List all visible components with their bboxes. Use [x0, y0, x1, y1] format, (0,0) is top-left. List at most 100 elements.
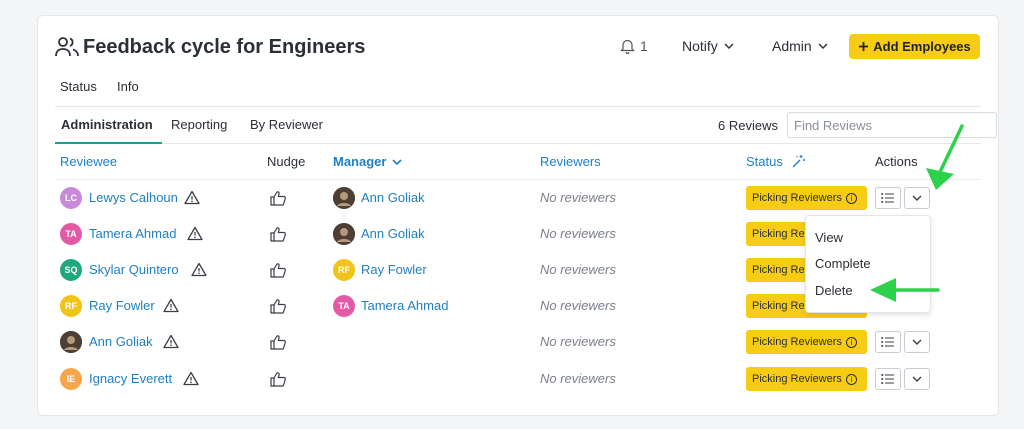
chevron-down-icon — [912, 376, 922, 382]
column-actions: Actions — [875, 154, 918, 169]
status-label: Picking Re — [752, 300, 805, 312]
manager-name[interactable]: Tamera Ahmad — [361, 298, 448, 313]
list-icon — [881, 193, 894, 203]
list-icon — [881, 374, 894, 384]
status-badge: Picking Reviewers i — [746, 330, 867, 354]
tab-administration[interactable]: Administration — [61, 117, 153, 132]
avatar — [60, 331, 82, 353]
chevron-down-icon — [818, 43, 828, 49]
reviewee-name[interactable]: Lewys Calhoun — [89, 190, 178, 205]
column-status[interactable]: Status — [746, 154, 806, 169]
notify-label: Notify — [682, 38, 718, 54]
reviewers-value: No reviewers — [540, 262, 616, 277]
avatar — [333, 187, 355, 209]
thumbs-up-icon[interactable] — [269, 190, 287, 206]
column-reviewee[interactable]: Reviewee — [60, 154, 117, 169]
avatar — [333, 223, 355, 245]
notify-menu-button[interactable]: Notify — [682, 38, 734, 54]
warning-icon — [163, 334, 179, 349]
subnav-info[interactable]: Info — [117, 79, 139, 94]
manager-name[interactable]: Ann Goliak — [361, 226, 425, 241]
manager-name[interactable]: Ann Goliak — [361, 190, 425, 205]
avatar: LC — [60, 187, 82, 209]
dropdown-item-view[interactable]: View — [815, 230, 843, 245]
view-details-button[interactable] — [875, 331, 901, 353]
reviews-count: 6 Reviews — [718, 118, 778, 133]
avatar: TA — [333, 295, 355, 317]
info-icon: i — [845, 373, 857, 385]
view-details-button[interactable] — [875, 368, 901, 390]
reviewee-name[interactable]: Ignacy Everett — [89, 371, 172, 386]
reviewers-value: No reviewers — [540, 298, 616, 313]
plus-icon — [859, 42, 869, 51]
notifications-button[interactable]: 1 — [620, 38, 648, 54]
admin-label: Admin — [772, 38, 812, 54]
warning-icon — [184, 190, 200, 205]
reviewee-name[interactable]: Ann Goliak — [89, 334, 153, 349]
admin-menu-button[interactable]: Admin — [772, 38, 828, 54]
annotation-arrow-delete — [870, 278, 940, 302]
chevron-down-icon — [912, 339, 922, 345]
reviewee-name[interactable]: Tamera Ahmad — [89, 226, 176, 241]
thumbs-up-icon[interactable] — [269, 334, 287, 350]
column-manager-label: Manager — [333, 154, 387, 169]
table-row: IE Ignacy Everett No reviewers Picking Revi… — [38, 361, 998, 397]
column-nudge: Nudge — [267, 154, 306, 169]
status-badge: Picking Reviewers i — [746, 186, 867, 210]
actions-menu-button[interactable] — [904, 331, 930, 353]
thumbs-up-icon[interactable] — [269, 298, 287, 314]
column-reviewers[interactable]: Reviewers — [540, 154, 601, 169]
status-label: Picking Reviewers — [752, 192, 842, 204]
sparkle-icon — [792, 155, 805, 168]
add-employees-button[interactable]: Add Employees — [849, 34, 980, 59]
warning-icon — [183, 371, 199, 386]
actions-menu-button[interactable] — [904, 368, 930, 390]
subnav-status[interactable]: Status — [60, 79, 97, 94]
tabs-bar: Administration Reporting By Reviewer 6 R… — [55, 106, 997, 144]
page-title: Feedback cycle for Engineers — [83, 36, 366, 58]
list-icon — [881, 337, 894, 347]
annotation-arrow-actions — [926, 124, 964, 190]
thumbs-up-icon[interactable] — [269, 226, 287, 242]
status-badge: Picking Reviewers i — [746, 367, 867, 391]
dropdown-item-delete[interactable]: Delete — [815, 283, 853, 298]
chevron-down-icon — [724, 43, 734, 49]
tab-reporting[interactable]: Reporting — [171, 117, 227, 132]
status-label: Picking Reviewers — [752, 336, 842, 348]
thumbs-up-icon[interactable] — [269, 262, 287, 278]
reviewee-name[interactable]: Skylar Quintero — [89, 262, 179, 277]
status-label: Picking Re — [752, 228, 805, 240]
column-status-label: Status — [746, 154, 783, 169]
info-icon: i — [845, 192, 857, 204]
reviewers-value: No reviewers — [540, 190, 616, 205]
avatar: RF — [333, 259, 355, 281]
chevron-down-icon — [392, 158, 403, 165]
review-card: Feedback cycle for Engineers 1 Notify Ad… — [37, 15, 999, 416]
warning-icon — [163, 298, 179, 313]
avatar: RF — [60, 295, 82, 317]
table-row: LC Lewys Calhoun Ann Goliak No reviewers Pic… — [38, 180, 998, 216]
avatar: IE — [60, 368, 82, 390]
bell-icon — [620, 39, 635, 54]
manager-name[interactable]: Ray Fowler — [361, 262, 427, 277]
status-label: Picking Re — [752, 264, 805, 276]
chevron-down-icon — [912, 195, 922, 201]
avatar: SQ — [60, 259, 82, 281]
thumbs-up-icon[interactable] — [269, 371, 287, 387]
reviewers-value: No reviewers — [540, 334, 616, 349]
view-details-button[interactable] — [875, 187, 901, 209]
active-tab-indicator — [55, 142, 162, 144]
reviewee-name[interactable]: Ray Fowler — [89, 298, 155, 313]
dropdown-item-complete[interactable]: Complete — [815, 256, 871, 271]
column-manager[interactable]: Manager — [333, 154, 403, 169]
info-icon: i — [845, 336, 857, 348]
avatar: TA — [60, 223, 82, 245]
warning-icon — [191, 262, 207, 277]
reviewers-value: No reviewers — [540, 371, 616, 386]
add-employees-label: Add Employees — [873, 39, 971, 54]
people-icon — [55, 37, 79, 57]
table-row: Ann Goliak No reviewers Picking Reviewers i — [38, 324, 998, 360]
tab-by-reviewer[interactable]: By Reviewer — [250, 117, 323, 132]
status-label: Picking Reviewers — [752, 373, 842, 385]
notifications-count: 1 — [640, 38, 648, 54]
